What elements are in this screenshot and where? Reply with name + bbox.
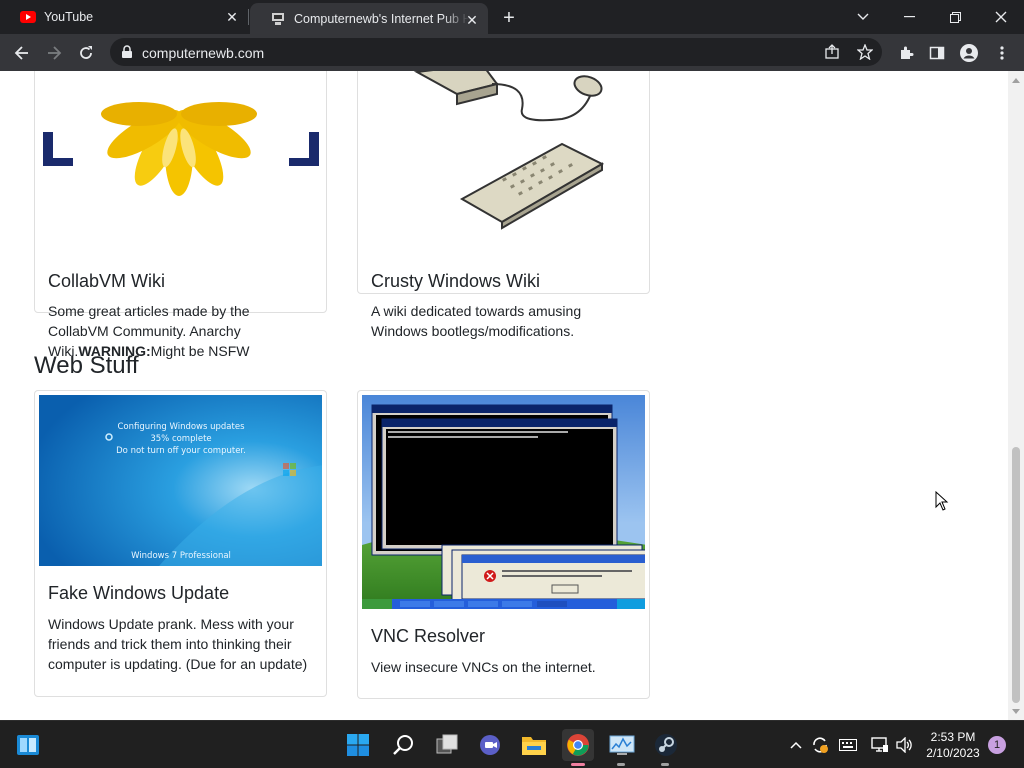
card-title[interactable]: Crusty Windows Wiki	[371, 271, 540, 292]
url-text[interactable]: computernewb.com	[142, 45, 264, 61]
volume-icon[interactable]	[895, 735, 915, 755]
close-window-button[interactable]	[978, 0, 1024, 34]
browser-toolbar: computernewb.com	[0, 34, 1024, 71]
page-viewport: CollabVM Wiki Some great articles made b…	[0, 71, 1008, 720]
windows-brand-text: Windows 7 Professional	[131, 551, 231, 561]
card-vnc-resolver[interactable]: VNC Resolver View insecure VNCs on the i…	[357, 390, 650, 699]
widgets-icon[interactable]	[12, 729, 44, 761]
update-line-1: Configuring Windows updates	[117, 422, 245, 432]
card-text-after: Might be NSFW	[150, 343, 250, 359]
card-description: View insecure VNCs on the internet.	[371, 659, 596, 675]
back-button[interactable]	[8, 39, 36, 67]
system-clock[interactable]: 2:53 PM 2/10/2023	[920, 729, 986, 761]
scroll-down-arrow-icon[interactable]	[1011, 706, 1021, 716]
network-icon[interactable]	[870, 735, 890, 755]
lock-icon[interactable]	[120, 45, 134, 59]
restore-button[interactable]	[932, 0, 978, 34]
running-indicator	[661, 763, 669, 766]
search-icon[interactable]	[387, 729, 419, 761]
card-crusty-windows-wiki[interactable]: Crusty Windows Wiki A wiki dedicated tow…	[357, 71, 650, 339]
collabvm-logo-image[interactable]	[39, 71, 322, 234]
update-line-2: 35% complete	[150, 434, 211, 444]
computer-favicon	[270, 11, 286, 27]
close-tab-icon[interactable]: ✕	[224, 9, 240, 25]
old-computer-image[interactable]	[362, 71, 645, 234]
forward-button[interactable]	[40, 39, 68, 67]
address-bar[interactable]: computernewb.com	[110, 38, 882, 66]
clock-date: 2/10/2023	[926, 746, 980, 760]
tab-search-icon[interactable]	[840, 0, 886, 34]
keyboard-icon[interactable]	[838, 735, 858, 755]
notification-badge[interactable]: 1	[988, 736, 1006, 754]
side-panel-icon[interactable]	[923, 39, 951, 67]
tab-computernewb[interactable]: Computernewb's Internet Pub Hub ✕	[250, 3, 488, 34]
tab-separator	[248, 9, 249, 25]
file-explorer-icon[interactable]	[518, 729, 550, 761]
chrome-icon[interactable]	[562, 729, 594, 761]
mouse-cursor-icon	[935, 491, 949, 511]
tab-strip: YouTube ✕ Computernewb's Internet Pub Hu…	[0, 0, 1024, 34]
vnc-screenshot-image[interactable]	[362, 395, 645, 609]
card-collabvm-wiki[interactable]: CollabVM Wiki Some great articles made b…	[34, 71, 327, 359]
clock-time: 2:53 PM	[930, 730, 976, 744]
running-indicator	[617, 763, 625, 766]
card-description: A wiki dedicated towards amusing Windows…	[371, 303, 582, 339]
card-description: Windows Update prank. Mess with your fri…	[48, 616, 308, 672]
profile-avatar-icon[interactable]	[955, 39, 983, 67]
minimize-button[interactable]	[886, 0, 932, 34]
chat-icon[interactable]	[474, 729, 506, 761]
menu-kebab-icon[interactable]	[988, 39, 1016, 67]
card-title[interactable]: Fake Windows Update	[48, 583, 229, 604]
update-line-3: Do not turn off your computer.	[116, 446, 246, 456]
extensions-icon[interactable]	[892, 39, 920, 67]
card-fake-windows-update[interactable]: Configuring Windows updates 35% complete…	[34, 390, 327, 697]
start-button[interactable]	[342, 729, 374, 761]
tab-title: Computernewb's Internet Pub Hub	[294, 11, 469, 26]
bookmark-star-icon[interactable]	[855, 42, 875, 62]
section-heading-web-stuff: Web Stuff	[34, 352, 139, 379]
card-title[interactable]: CollabVM Wiki	[48, 271, 165, 292]
steam-icon[interactable]	[650, 729, 682, 761]
windows-taskbar: 2:53 PM 2/10/2023 1	[0, 720, 1024, 768]
tab-youtube[interactable]: YouTube ✕	[0, 0, 248, 34]
task-view-icon[interactable]	[431, 729, 463, 761]
share-icon[interactable]	[822, 42, 842, 62]
new-tab-button[interactable]: +	[498, 7, 520, 29]
scrollbar-thumb[interactable]	[1012, 447, 1020, 703]
card-title[interactable]: VNC Resolver	[371, 626, 485, 647]
page-scrollbar[interactable]	[1008, 71, 1024, 720]
chrome-active-indicator	[571, 763, 585, 766]
show-hidden-icons-chevron-up-icon[interactable]	[786, 735, 806, 755]
windows-update-image[interactable]: Configuring Windows updates 35% complete…	[39, 395, 322, 566]
close-tab-icon[interactable]: ✕	[464, 12, 480, 28]
youtube-icon	[20, 9, 36, 25]
scroll-up-arrow-icon[interactable]	[1011, 75, 1021, 85]
reload-button[interactable]	[72, 39, 100, 67]
sync-update-icon[interactable]	[810, 735, 830, 755]
resource-monitor-icon[interactable]	[606, 729, 638, 761]
tab-title: YouTube	[44, 10, 94, 24]
